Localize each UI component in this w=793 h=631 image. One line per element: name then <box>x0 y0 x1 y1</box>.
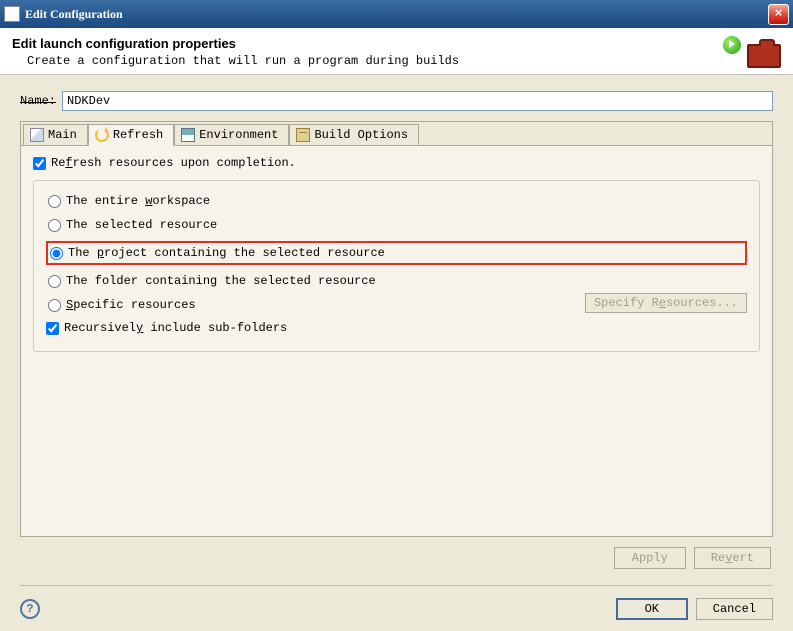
tab-strip: Main Refresh Environment Build Options <box>21 122 772 146</box>
tab-build-options[interactable]: Build Options <box>289 124 419 145</box>
cancel-button[interactable]: Cancel <box>696 598 773 620</box>
header-subtitle: Create a configuration that will run a p… <box>27 54 723 68</box>
titlebar: Edit Configuration × <box>0 0 793 28</box>
radio-project-containing-label: The project containing the selected reso… <box>68 246 385 260</box>
refresh-panel: Refresh resources upon completion. The e… <box>21 146 772 536</box>
header-title: Edit launch configuration properties <box>12 36 723 51</box>
refresh-icon <box>95 128 109 142</box>
run-icon <box>723 36 741 54</box>
recursive-label: Recursively include sub-folders <box>64 321 287 335</box>
close-button[interactable]: × <box>768 4 789 25</box>
tab-refresh-label: Refresh <box>113 128 163 142</box>
toolbox-icon <box>747 44 781 68</box>
radio-entire-workspace[interactable] <box>48 195 61 208</box>
separator <box>20 585 773 586</box>
radio-selected-resource[interactable] <box>48 219 61 232</box>
tab-refresh[interactable]: Refresh <box>88 124 174 146</box>
radio-folder-containing[interactable] <box>48 275 61 288</box>
name-label: Name: <box>20 94 56 108</box>
tab-build-options-label: Build Options <box>314 128 408 142</box>
apply-button[interactable]: Apply <box>614 547 686 569</box>
radio-project-containing[interactable] <box>50 247 63 260</box>
ok-button[interactable]: OK <box>616 598 688 620</box>
tab-main-label: Main <box>48 128 77 142</box>
header: Edit launch configuration properties Cre… <box>0 28 793 75</box>
main-icon <box>30 128 44 142</box>
refresh-on-completion-checkbox[interactable] <box>33 157 46 170</box>
radio-entire-workspace-label: The entire workspace <box>66 194 210 208</box>
specify-resources-button: Specify Resources... <box>585 293 747 313</box>
tab-main[interactable]: Main <box>23 124 88 145</box>
window-title: Edit Configuration <box>25 7 768 22</box>
tab-container: Main Refresh Environment Build Options R… <box>20 121 773 537</box>
build-options-icon <box>296 128 310 142</box>
tab-environment-label: Environment <box>199 128 278 142</box>
radio-specific-resources[interactable] <box>48 299 61 312</box>
bottom-bar: ? OK Cancel <box>0 592 793 630</box>
help-icon[interactable]: ? <box>20 599 40 619</box>
refresh-on-completion-label: Refresh resources upon completion. <box>51 156 296 170</box>
radio-folder-containing-label: The folder containing the selected resou… <box>66 274 376 288</box>
radio-selected-resource-label: The selected resource <box>66 218 217 232</box>
recursive-checkbox[interactable] <box>46 322 59 335</box>
revert-button[interactable]: Revert <box>694 547 771 569</box>
name-input[interactable] <box>62 91 773 111</box>
environment-icon <box>181 128 195 142</box>
tab-environment[interactable]: Environment <box>174 124 289 145</box>
scope-group: The entire workspace The selected resour… <box>33 180 760 352</box>
app-icon <box>4 6 20 22</box>
radio-specific-resources-label: Specific resources <box>66 298 196 312</box>
